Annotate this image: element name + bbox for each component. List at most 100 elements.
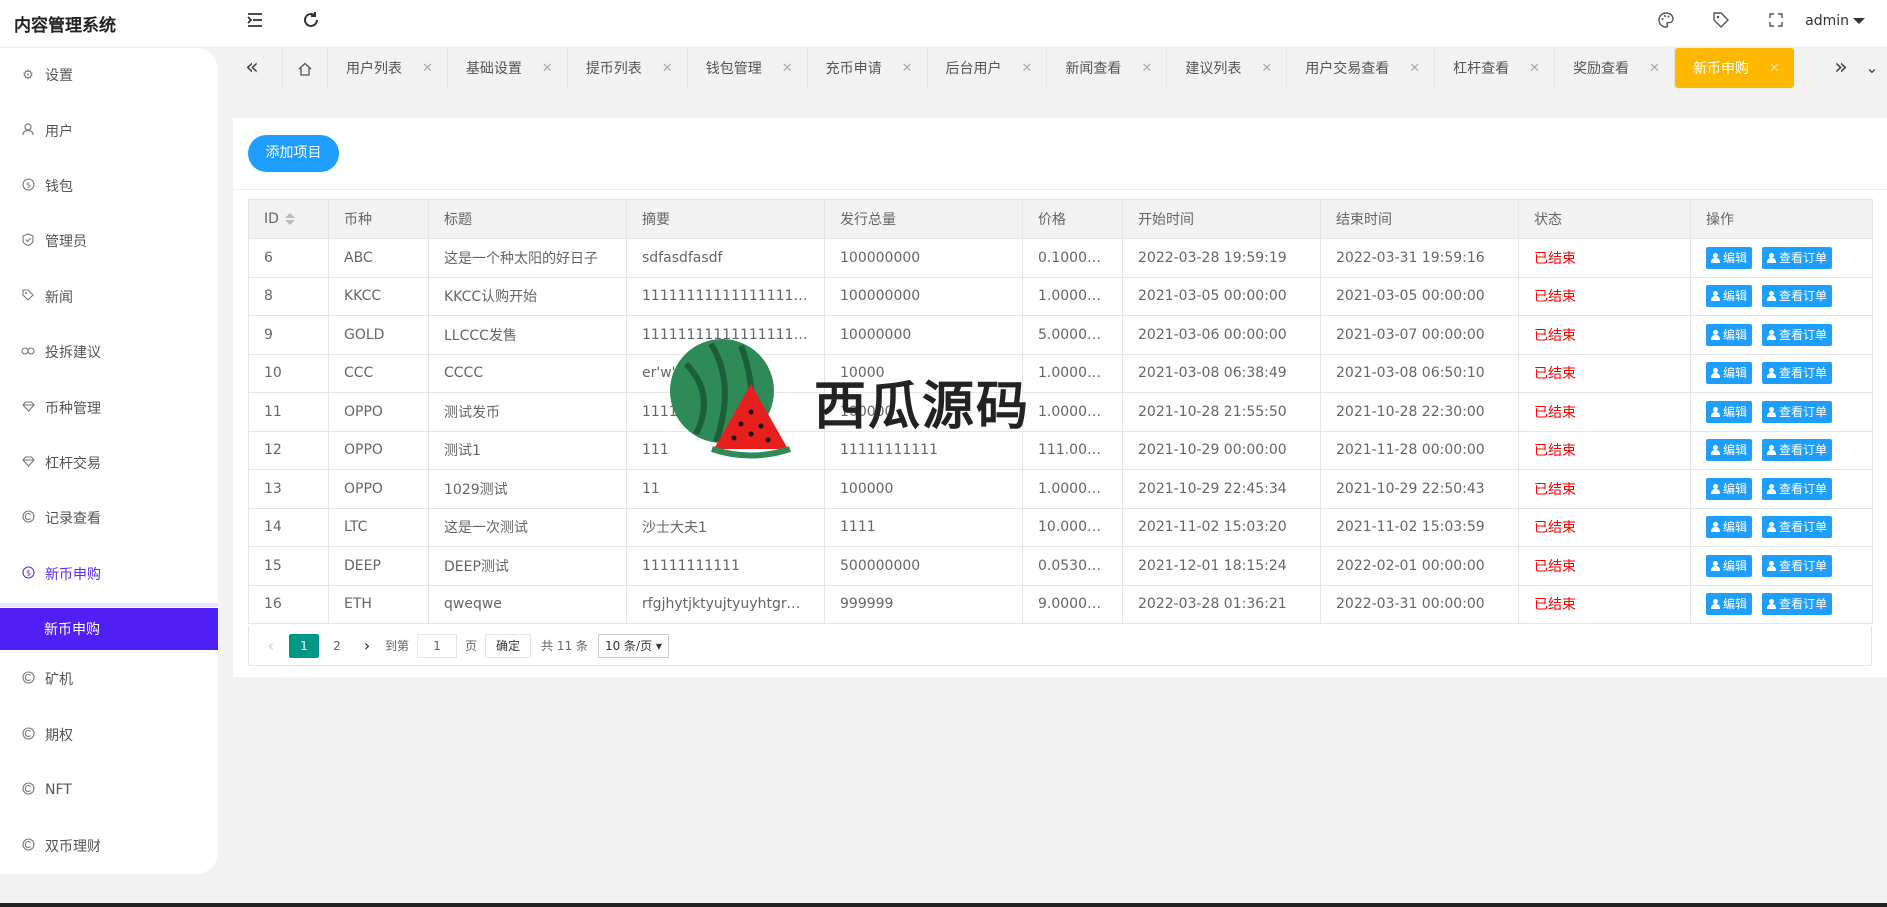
sidebar-item-settings[interactable]: ⚙ 设置: [0, 55, 218, 95]
sidebar-item-admins[interactable]: 管理员: [0, 221, 218, 261]
sidebar-item-suggestions[interactable]: 投拆建议: [0, 332, 218, 372]
page-link[interactable]: 2: [325, 634, 349, 658]
view-orders-button[interactable]: 查看订单: [1762, 362, 1833, 385]
view-orders-button[interactable]: 查看订单: [1762, 246, 1833, 269]
view-orders-button[interactable]: 查看订单: [1762, 593, 1833, 616]
tab-leverage-view[interactable]: 杠杆查看 ✕: [1435, 48, 1556, 88]
sidebar-item-label: 设置: [45, 68, 73, 84]
tab-withdraw-list[interactable]: 提币列表 ✕: [568, 48, 688, 88]
tab-news-view[interactable]: 新闻查看 ✕: [1047, 48, 1168, 88]
caret-down-icon: [1853, 18, 1865, 24]
tab-new-coin[interactable]: 新币申购 ✕: [1674, 48, 1794, 88]
fullscreen-icon[interactable]: [1764, 11, 1788, 35]
add-project-button[interactable]: 添加项目: [248, 135, 339, 172]
edit-button[interactable]: 编辑: [1706, 477, 1753, 500]
close-icon[interactable]: ✕: [1649, 61, 1660, 76]
close-icon[interactable]: ✕: [1529, 61, 1540, 76]
goto-confirm-button[interactable]: 确定: [485, 633, 532, 658]
edit-button[interactable]: 编辑: [1706, 400, 1753, 423]
sidebar-item-dual-coin[interactable]: 双币理财: [0, 826, 218, 866]
column-header-id[interactable]: ID: [248, 199, 329, 239]
orders-label: 查看订单: [1779, 404, 1828, 419]
sidebar-item-leverage[interactable]: 杠杆交易: [0, 443, 218, 483]
tabs-dropdown-icon[interactable]: ⌄: [1857, 48, 1887, 88]
edit-button[interactable]: 编辑: [1706, 593, 1753, 616]
sidebar-item-new-coin[interactable]: $ 新币申购: [0, 554, 218, 594]
page-current[interactable]: 1: [289, 633, 319, 658]
sidebar-subitem-new-coin[interactable]: 新币申购: [0, 603, 218, 650]
sidebar-item-miner[interactable]: 矿机: [0, 659, 218, 699]
home-tab-icon[interactable]: [282, 48, 328, 88]
tab-wallet-management[interactable]: 钱包管理 ✕: [688, 48, 808, 88]
view-orders-button[interactable]: 查看订单: [1762, 285, 1833, 308]
menu-collapse-icon[interactable]: [243, 11, 267, 35]
view-orders-button[interactable]: 查看订单: [1762, 439, 1833, 462]
close-icon[interactable]: ✕: [1022, 61, 1033, 76]
close-icon[interactable]: ✕: [1141, 61, 1152, 76]
edit-label: 编辑: [1723, 366, 1748, 381]
tab-user-trades[interactable]: 用户交易查看 ✕: [1287, 48, 1436, 88]
edit-button[interactable]: 编辑: [1706, 246, 1753, 269]
cell-end: 2021-03-07 00:00:00: [1320, 315, 1519, 355]
tab-backend-users[interactable]: 后台用户 ✕: [928, 48, 1048, 88]
edit-button[interactable]: 编辑: [1706, 323, 1753, 346]
close-icon[interactable]: ✕: [782, 61, 793, 76]
tag-icon[interactable]: [1709, 11, 1733, 35]
close-icon[interactable]: ✕: [662, 61, 673, 76]
tabs-scroll-right-icon[interactable]: »: [1821, 48, 1861, 88]
close-icon[interactable]: ✕: [542, 61, 553, 76]
tab-deposit-requests[interactable]: 充币申请 ✕: [808, 48, 928, 88]
close-icon[interactable]: ✕: [902, 61, 913, 76]
user-menu[interactable]: admin: [1805, 13, 1865, 29]
page-size-select[interactable]: 10 条/页 ▾: [597, 633, 669, 658]
cell-id: 11: [248, 392, 329, 432]
edit-button[interactable]: 编辑: [1706, 516, 1753, 539]
cell-start: 2021-03-08 06:38:49: [1122, 353, 1321, 393]
close-icon[interactable]: ✕: [1261, 61, 1272, 76]
close-icon[interactable]: ✕: [1769, 61, 1780, 76]
tab-label: 充币申请: [825, 61, 882, 77]
edit-label: 编辑: [1723, 558, 1748, 573]
tab-user-list[interactable]: 用户列表 ✕: [328, 48, 448, 88]
edit-button[interactable]: 编辑: [1706, 439, 1753, 462]
refresh-icon[interactable]: [299, 11, 323, 35]
coin-icon: [19, 670, 37, 688]
cell-price: 9.00000...: [1022, 584, 1123, 624]
sidebar-item-news[interactable]: 新闻: [0, 277, 218, 317]
cell-title: 这是一个种太阳的好日子: [428, 238, 627, 278]
theme-palette-icon[interactable]: [1654, 11, 1678, 35]
edit-button[interactable]: 编辑: [1706, 362, 1753, 385]
view-orders-button[interactable]: 查看订单: [1762, 323, 1833, 346]
cell-title: qweqwe: [428, 584, 627, 624]
view-orders-button[interactable]: 查看订单: [1762, 554, 1833, 577]
close-icon[interactable]: ✕: [1409, 61, 1420, 76]
sidebar-item-users[interactable]: 用户: [0, 111, 218, 151]
view-orders-button[interactable]: 查看订单: [1762, 516, 1833, 539]
cell-title: DEEP测试: [428, 546, 627, 586]
cell-actions: 编辑 查看订单: [1690, 353, 1873, 393]
sort-icon[interactable]: [284, 213, 295, 225]
prev-page-icon[interactable]: ‹: [259, 634, 283, 658]
close-icon[interactable]: ✕: [422, 61, 433, 76]
tab-label: 用户列表: [346, 61, 402, 77]
sidebar-item-currency[interactable]: 币种管理: [0, 388, 218, 428]
sidebar-item-options[interactable]: 期权: [0, 715, 218, 755]
goto-page-input[interactable]: 1: [417, 633, 458, 658]
sidebar-item-records[interactable]: 记录查看: [0, 498, 218, 538]
toolbar: 添加项目: [233, 118, 1887, 190]
view-orders-button[interactable]: 查看订单: [1762, 400, 1833, 423]
gear-icon: ⚙: [22, 67, 34, 83]
data-table: ID 币种 标题 摘要 发行总量 价格 开始时间 结束时间 状态 操作 6 ABC…: [248, 199, 1873, 624]
tab-suggestion-list[interactable]: 建议列表 ✕: [1167, 48, 1288, 88]
tabs-scroll-left-icon[interactable]: «: [232, 48, 272, 88]
edit-button[interactable]: 编辑: [1706, 554, 1753, 577]
next-page-icon[interactable]: ›: [355, 634, 379, 658]
sidebar-item-wallet[interactable]: $ 钱包: [0, 166, 218, 206]
view-orders-button[interactable]: 查看订单: [1762, 477, 1833, 500]
tab-basic-settings[interactable]: 基础设置 ✕: [448, 48, 568, 88]
tab-label: 提币列表: [585, 61, 642, 77]
sidebar-item-nft[interactable]: NFT: [0, 770, 218, 810]
edit-button[interactable]: 编辑: [1706, 285, 1753, 308]
user-icon: [1767, 483, 1777, 494]
tab-rewards-view[interactable]: 奖励查看 ✕: [1555, 48, 1675, 88]
